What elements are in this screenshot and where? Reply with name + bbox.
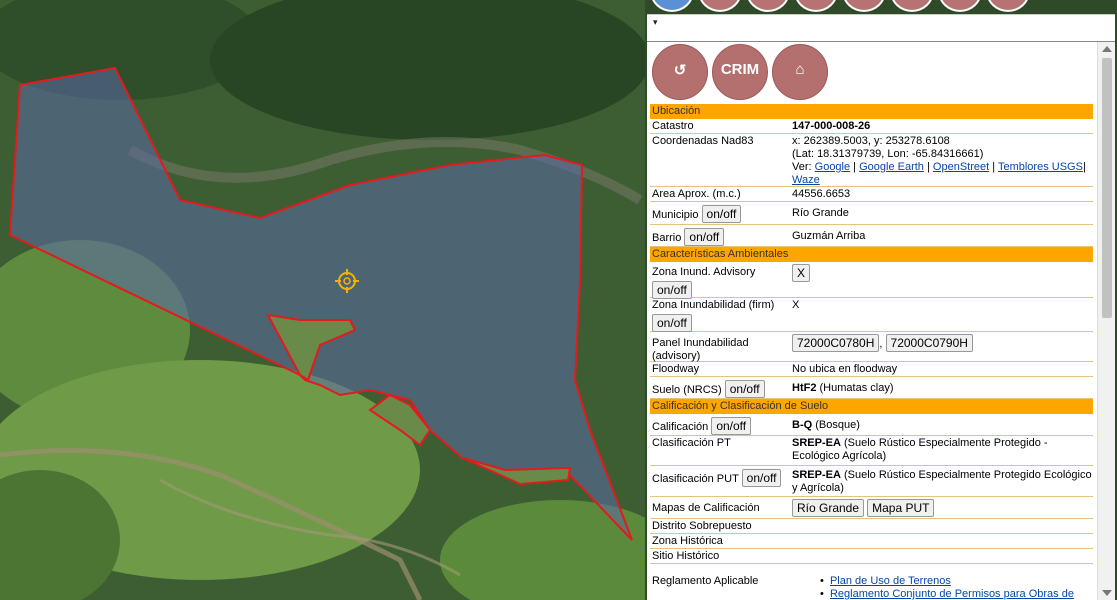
ocpr-icon[interactable]: ↺ [652, 44, 708, 100]
agency-icons: ↺ CRIM ⌂ [650, 42, 1093, 104]
section-calificacion: Calificación y Clasificación de Suelo [650, 399, 1093, 414]
row-mapas: Mapas de Calificación Río Grande Mapa PU… [650, 497, 1093, 519]
link-openstreet[interactable]: OpenStreet [933, 161, 989, 173]
house-flood-icon[interactable]: ⌂ [772, 44, 828, 100]
mapa-rio-grande-button[interactable]: Río Grande [792, 499, 865, 517]
map-toolbar [648, 0, 1048, 12]
reglamento-label: Reglamento Aplicable [652, 575, 759, 587]
row-area: Area Aprox. (m.c.) 44556.6653 [650, 187, 1093, 202]
pt-label: Clasificación PT [652, 437, 731, 449]
calif-label: Calificación [652, 421, 709, 433]
row-clasificacion-pt: Clasificación PT SREP-EA (Suelo Rústico … [650, 436, 1093, 466]
coord-label: Coordenadas Nad83 [652, 135, 754, 147]
municipio-toggle-button[interactable]: on/off [701, 205, 742, 223]
row-zona-advisory: Zona Inund. Advisory on/off X [650, 262, 1093, 299]
suelo-desc: (Humatas clay) [819, 382, 894, 394]
municipio-label: Municipio [652, 209, 699, 221]
scroll-up-icon[interactable] [1102, 46, 1112, 52]
row-clasificacion-put: Clasificación PUT on/off SREP-EA (Suelo … [650, 466, 1093, 497]
row-panel-inundabilidad: Panel Inundabilidad (advisory) 72000C078… [650, 332, 1093, 362]
mapas-label: Mapas de Calificación [652, 502, 760, 514]
ver-label: Ver: [792, 161, 812, 173]
coord-xy: x: 262389.5003, y: 253278.6108 [792, 135, 950, 147]
panel-scrollbar[interactable] [1097, 42, 1115, 600]
row-catastro: Catastro 147-000-008-26 [650, 119, 1093, 134]
panel-inund-label: Panel Inundabilidad (advisory) [652, 337, 749, 362]
suelo-toggle-button[interactable]: on/off [724, 380, 765, 398]
suelo-code: HtF2 [792, 382, 817, 394]
row-sitio-historico: Sitio Histórico [650, 549, 1093, 564]
tool-button-5[interactable] [890, 0, 934, 12]
municipio-value: Río Grande [792, 207, 849, 219]
distrito-label: Distrito Sobrepuesto [652, 520, 752, 532]
barrio-label: Barrio [652, 232, 682, 244]
zona-adv-toggle-button[interactable]: on/off [652, 281, 692, 299]
row-suelo: Suelo (NRCS) on/off HtF2 (Humatas clay) [650, 377, 1093, 399]
tool-button-4[interactable] [842, 0, 886, 12]
panel-header: ▾ [647, 14, 1115, 42]
calif-toggle-button[interactable]: on/off [711, 417, 752, 435]
catastro-label: Catastro [652, 120, 694, 132]
crim-logo[interactable]: CRIM [712, 44, 768, 100]
coord-latlon: (Lat: 18.31379739, Lon: -65.84316661) [792, 148, 984, 160]
row-zona-historica: Zona Histórica [650, 534, 1093, 549]
put-toggle-button[interactable]: on/off [741, 469, 782, 487]
collapse-caret-icon[interactable]: ▾ [653, 17, 658, 28]
pt-code: SREP-EA [792, 437, 841, 449]
panel-button-0780[interactable]: 72000C0780H [792, 334, 880, 352]
barrio-value: Guzmán Arriba [792, 230, 866, 242]
link-google[interactable]: Google [815, 161, 850, 173]
suelo-label: Suelo (NRCS) [652, 384, 722, 396]
sitio-historico-label: Sitio Histórico [652, 550, 720, 562]
zona-firm-label: Zona Inundabilidad (firm) [652, 299, 775, 311]
row-municipio: Municipio on/off Río Grande [650, 202, 1093, 225]
zona-historica-label: Zona Histórica [652, 535, 723, 547]
calif-desc: (Bosque) [815, 419, 860, 431]
scroll-down-icon[interactable] [1102, 590, 1112, 596]
row-coordenadas: Coordenadas Nad83 x: 262389.5003, y: 253… [650, 134, 1093, 187]
tool-button-7[interactable] [986, 0, 1030, 12]
scroll-thumb[interactable] [1102, 58, 1112, 318]
row-floodway: Floodway No ubica en floodway [650, 362, 1093, 377]
zona-firm-value: X [792, 299, 800, 311]
catastro-value: 147-000-008-26 [792, 120, 871, 132]
zona-adv-label: Zona Inund. Advisory [652, 266, 756, 278]
tool-button-6[interactable] [938, 0, 982, 12]
floodway-value: No ubica en floodway [792, 363, 898, 375]
info-panel: ↺ CRIM ⌂ Ubicación Catastro 147-000-008-… [647, 42, 1115, 600]
link-google-earth[interactable]: Google Earth [859, 161, 924, 173]
mapa-put-button[interactable]: Mapa PUT [867, 499, 935, 517]
put-code: SREP-EA [792, 469, 841, 481]
globe-button[interactable] [650, 0, 694, 12]
map-view[interactable] [0, 0, 645, 600]
row-barrio: Barrio on/off Guzmán Arriba [650, 225, 1093, 247]
link-temblores[interactable]: Temblores USGS [998, 161, 1083, 173]
area-label: Area Aprox. (m.c.) [652, 188, 741, 200]
area-value: 44556.6653 [792, 188, 851, 200]
link-reglamento-conjunto[interactable]: Reglamento Conjunto de Permisos para Obr… [830, 588, 1074, 600]
zona-firm-toggle-button[interactable]: on/off [652, 314, 692, 332]
zona-adv-value-button[interactable]: X [792, 264, 811, 282]
satellite-map [0, 0, 645, 600]
calif-code: B-Q [792, 419, 813, 431]
link-plan-uso-terrenos[interactable]: Plan de Uso de Terrenos [830, 575, 951, 587]
put-label: Clasificación PUT [652, 473, 739, 485]
row-reglamento: Reglamento Aplicable • Plan de Uso de Te… [652, 575, 1074, 600]
row-distrito: Distrito Sobrepuesto [650, 519, 1093, 534]
row-calificacion: Calificación on/off B-Q (Bosque) [650, 414, 1093, 436]
row-zona-firm: Zona Inundabilidad (firm) on/off X [650, 298, 1093, 332]
section-ubicacion: Ubicación [650, 104, 1093, 119]
section-ambientales: Características Ambientales [650, 247, 1093, 262]
link-waze[interactable]: Waze [792, 174, 820, 186]
tool-button-3[interactable] [794, 0, 838, 12]
floodway-label: Floodway [652, 363, 700, 375]
tool-button-2[interactable] [746, 0, 790, 12]
tool-button-1[interactable] [698, 0, 742, 12]
barrio-toggle-button[interactable]: on/off [684, 228, 725, 246]
panel-button-0790[interactable]: 72000C0790H [885, 334, 973, 352]
